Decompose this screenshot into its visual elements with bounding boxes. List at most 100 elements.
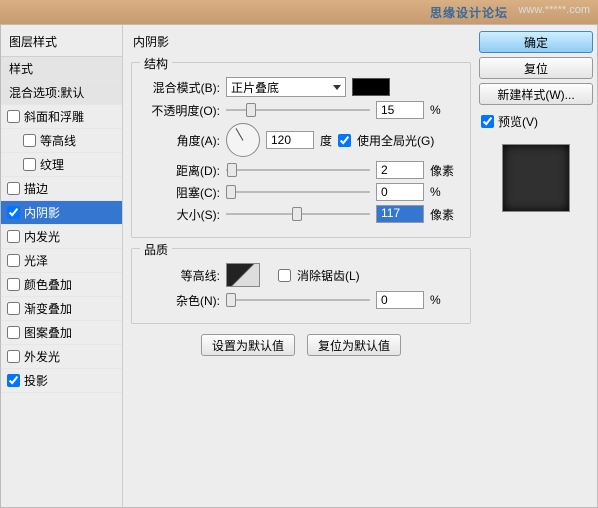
- style-checkbox-10[interactable]: [7, 350, 20, 363]
- style-item-11[interactable]: 投影: [1, 369, 122, 393]
- style-item-8[interactable]: 渐变叠加: [1, 297, 122, 321]
- style-label-11: 投影: [24, 372, 48, 389]
- style-item-0[interactable]: 斜面和浮雕: [1, 105, 122, 129]
- watermark-forum: 思缘设计论坛: [430, 4, 508, 21]
- make-default-button[interactable]: 设置为默认值: [201, 334, 295, 356]
- preview-checkbox[interactable]: [481, 115, 494, 128]
- choke-unit: %: [430, 185, 460, 199]
- new-style-button[interactable]: 新建样式(W)...: [479, 83, 593, 105]
- global-light-label: 使用全局光(G): [357, 132, 434, 149]
- layer-style-dialog: 图层样式 样式混合选项:默认斜面和浮雕等高线纹理描边内阴影内发光光泽颜色叠加渐变…: [0, 24, 598, 508]
- contour-picker[interactable]: [226, 263, 260, 287]
- panel-title: 内阴影: [131, 31, 471, 56]
- style-checkbox-9[interactable]: [7, 326, 20, 339]
- row-size: 大小(S): 117 像素: [142, 205, 460, 223]
- group-structure-legend: 结构: [140, 55, 172, 72]
- style-label-3: 描边: [24, 180, 48, 197]
- style-item-3[interactable]: 描边: [1, 177, 122, 201]
- choke-slider[interactable]: [226, 184, 370, 200]
- style-checkbox-7[interactable]: [7, 278, 20, 291]
- reset-default-button[interactable]: 复位为默认值: [307, 334, 401, 356]
- topbar: 思缘设计论坛 www.*****.com: [0, 0, 598, 24]
- preview-label: 预览(V): [498, 113, 538, 130]
- antialias-label: 消除锯齿(L): [297, 267, 360, 284]
- style-label-1: 等高线: [40, 132, 76, 149]
- style-checkbox-5[interactable]: [7, 230, 20, 243]
- ok-button[interactable]: 确定: [479, 31, 593, 53]
- style-item-1[interactable]: 等高线: [1, 129, 122, 153]
- choke-label: 阻塞(C):: [142, 184, 220, 201]
- style-label-6: 光泽: [24, 252, 48, 269]
- style-label-5: 内发光: [24, 228, 60, 245]
- style-label-7: 颜色叠加: [24, 276, 72, 293]
- style-checkbox-8[interactable]: [7, 302, 20, 315]
- noise-input[interactable]: [376, 291, 424, 309]
- style-label-4: 内阴影: [24, 204, 60, 221]
- distance-label: 距离(D):: [142, 162, 220, 179]
- size-label: 大小(S):: [142, 206, 220, 223]
- watermark-url: www.*****.com: [518, 4, 590, 16]
- style-checkbox-4[interactable]: [7, 206, 20, 219]
- group-quality-legend: 品质: [140, 241, 172, 258]
- opacity-unit: %: [430, 103, 460, 117]
- style-label-10: 外发光: [24, 348, 60, 365]
- row-angle: 角度(A): 度 使用全局光(G): [142, 123, 460, 157]
- style-checkbox-11[interactable]: [7, 374, 20, 387]
- styles-sidebar: 图层样式 样式混合选项:默认斜面和浮雕等高线纹理描边内阴影内发光光泽颜色叠加渐变…: [1, 25, 123, 507]
- reset-button[interactable]: 复位: [479, 57, 593, 79]
- style-checkbox-3[interactable]: [7, 182, 20, 195]
- angle-input[interactable]: [266, 131, 314, 149]
- style-label-9: 图案叠加: [24, 324, 72, 341]
- row-contour: 等高线: 消除锯齿(L): [142, 263, 460, 287]
- distance-slider[interactable]: [226, 162, 370, 178]
- row-noise: 杂色(N): %: [142, 291, 460, 309]
- blend-mode-label: 混合模式(B):: [142, 79, 220, 96]
- style-item-2[interactable]: 纹理: [1, 153, 122, 177]
- angle-dial[interactable]: [226, 123, 260, 157]
- style-label-2: 纹理: [40, 156, 64, 173]
- blend-options-header[interactable]: 混合选项:默认: [1, 81, 122, 105]
- shadow-color-swatch[interactable]: [352, 78, 390, 96]
- noise-unit: %: [430, 293, 460, 307]
- antialias-checkbox[interactable]: [278, 269, 291, 282]
- global-light-checkbox[interactable]: [338, 134, 351, 147]
- styles-list: 样式混合选项:默认斜面和浮雕等高线纹理描边内阴影内发光光泽颜色叠加渐变叠加图案叠…: [1, 56, 122, 393]
- style-label-0: 斜面和浮雕: [24, 108, 84, 125]
- style-checkbox-0[interactable]: [7, 110, 20, 123]
- style-item-6[interactable]: 光泽: [1, 249, 122, 273]
- size-unit: 像素: [430, 206, 460, 223]
- style-item-10[interactable]: 外发光: [1, 345, 122, 369]
- style-item-5[interactable]: 内发光: [1, 225, 122, 249]
- preview-row: 预览(V): [479, 109, 593, 134]
- contour-label: 等高线:: [142, 267, 220, 284]
- choke-input[interactable]: [376, 183, 424, 201]
- row-distance: 距离(D): 像素: [142, 161, 460, 179]
- row-choke: 阻塞(C): %: [142, 183, 460, 201]
- dialog-title: 图层样式: [1, 29, 122, 56]
- distance-input[interactable]: [376, 161, 424, 179]
- style-item-7[interactable]: 颜色叠加: [1, 273, 122, 297]
- opacity-slider[interactable]: [226, 102, 370, 118]
- style-checkbox-1[interactable]: [23, 134, 36, 147]
- style-item-9[interactable]: 图案叠加: [1, 321, 122, 345]
- opacity-input[interactable]: [376, 101, 424, 119]
- preview-thumbnail: [502, 144, 570, 212]
- dialog-buttons: 确定 复位 新建样式(W)... 预览(V): [479, 25, 597, 507]
- blend-mode-select[interactable]: 正片叠底: [226, 77, 346, 97]
- opacity-label: 不透明度(O):: [142, 102, 220, 119]
- styles-header[interactable]: 样式: [1, 57, 122, 81]
- size-input[interactable]: 117: [376, 205, 424, 223]
- row-blend-mode: 混合模式(B): 正片叠底: [142, 77, 460, 97]
- group-structure: 结构 混合模式(B): 正片叠底 不透明度(O): % 角度(A): 度: [131, 62, 471, 238]
- effect-panel: 内阴影 结构 混合模式(B): 正片叠底 不透明度(O): % 角度(A):: [123, 25, 479, 507]
- chevron-down-icon: [333, 85, 341, 90]
- size-slider[interactable]: [226, 206, 370, 222]
- style-label-8: 渐变叠加: [24, 300, 72, 317]
- group-quality: 品质 等高线: 消除锯齿(L) 杂色(N): %: [131, 248, 471, 324]
- distance-unit: 像素: [430, 162, 460, 179]
- style-checkbox-6[interactable]: [7, 254, 20, 267]
- noise-slider[interactable]: [226, 292, 370, 308]
- style-checkbox-2[interactable]: [23, 158, 36, 171]
- noise-label: 杂色(N):: [142, 292, 220, 309]
- style-item-4[interactable]: 内阴影: [1, 201, 122, 225]
